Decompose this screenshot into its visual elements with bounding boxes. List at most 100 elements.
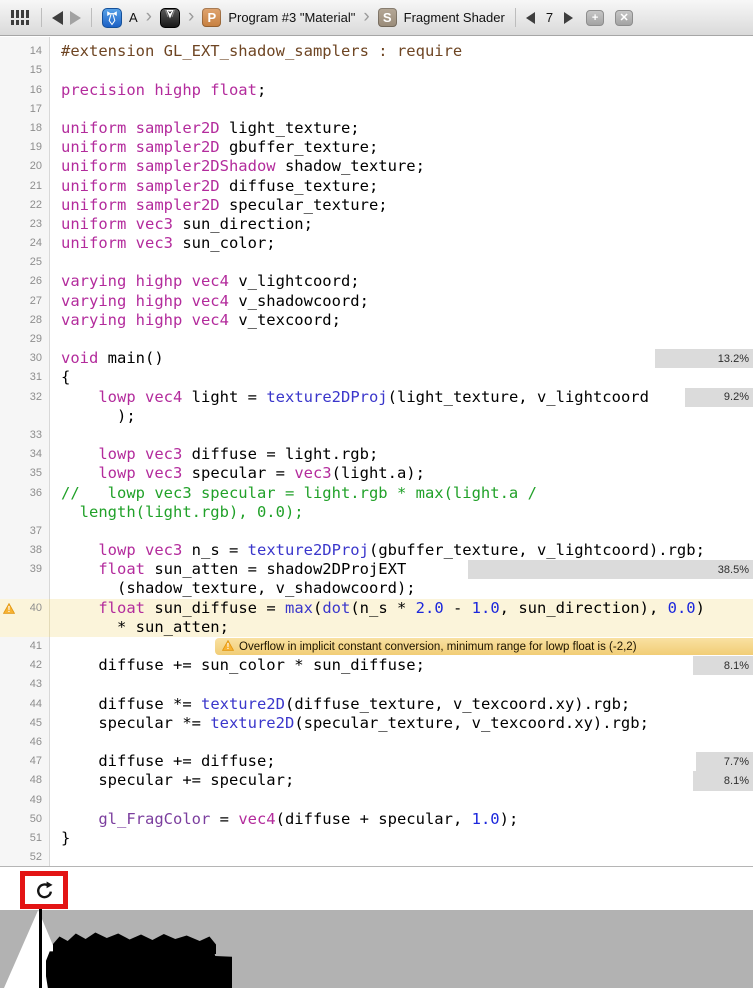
source-line[interactable]: (shadow_texture, v_shadowcoord);	[50, 579, 753, 598]
line-number-gutter[interactable]: 37	[0, 522, 50, 541]
line-number-gutter[interactable]: 24	[0, 234, 50, 253]
line-number-gutter[interactable]: 27	[0, 292, 50, 311]
source-line[interactable]	[50, 791, 753, 810]
frame-capture-tuxedo-icon[interactable]	[160, 8, 180, 28]
source-line[interactable]: #extension GL_EXT_shadow_samplers : requ…	[50, 42, 753, 61]
line-number-gutter[interactable]: 16	[0, 81, 50, 100]
line-number-gutter[interactable]: 29	[0, 330, 50, 349]
source-line[interactable]: varying highp vec4 v_texcoord;	[50, 311, 753, 330]
line-number-gutter[interactable]	[0, 407, 50, 426]
line-number-gutter[interactable]	[0, 618, 50, 637]
source-line[interactable]: specular *= texture2D(specular_texture, …	[50, 714, 753, 733]
source-line[interactable]: float sun_diffuse = max(dot(n_s * 2.0 - …	[50, 599, 753, 618]
source-line[interactable]	[50, 426, 753, 445]
source-line[interactable]: lowp vec3 specular = vec3(light.a);	[50, 464, 753, 483]
source-line[interactable]: uniform sampler2DShadow shadow_texture;	[50, 157, 753, 176]
warning-icon[interactable]: !	[3, 603, 15, 617]
line-number-gutter[interactable]: 41	[0, 637, 50, 656]
line-number-gutter[interactable]: 42	[0, 656, 50, 675]
line-number-gutter[interactable]: 46	[0, 733, 50, 752]
line-number-gutter[interactable]: 50	[0, 810, 50, 829]
capture-frame-icon[interactable]	[102, 8, 122, 28]
line-number-gutter[interactable]: 19	[0, 138, 50, 157]
source-line[interactable]	[50, 522, 753, 541]
shader-source-editor[interactable]: 1314#extension GL_EXT_shadow_samplers : …	[0, 37, 753, 866]
line-number-gutter[interactable]: 33	[0, 426, 50, 445]
line-number-gutter[interactable]: 28	[0, 311, 50, 330]
line-number-gutter[interactable]: 22	[0, 196, 50, 215]
line-number-gutter[interactable]: 48	[0, 771, 50, 790]
line-number-gutter[interactable]: 23	[0, 215, 50, 234]
line-number-gutter[interactable]: 39	[0, 560, 50, 579]
source-line[interactable]: length(light.rgb), 0.0);	[50, 503, 753, 522]
line-number-gutter[interactable]: 17	[0, 100, 50, 119]
source-line[interactable]	[50, 330, 753, 349]
source-line[interactable]: precision highp float;	[50, 81, 753, 100]
source-line[interactable]: diffuse += sun_color * sun_diffuse;	[50, 656, 753, 675]
line-number-gutter[interactable]: 35	[0, 464, 50, 483]
source-line[interactable]: diffuse *= texture2D(diffuse_texture, v_…	[50, 695, 753, 714]
source-line[interactable]	[50, 848, 753, 866]
line-number-gutter[interactable]: 52	[0, 848, 50, 866]
line-number-gutter[interactable]	[0, 503, 50, 522]
source-line[interactable]: varying highp vec4 v_shadowcoord;	[50, 292, 753, 311]
history-back-button[interactable]	[52, 11, 63, 25]
source-line[interactable]: gl_FragColor = vec4(diffuse + specular, …	[50, 810, 753, 829]
line-number-gutter[interactable]: !40	[0, 599, 50, 618]
source-line[interactable]: // lowp vec3 specular = light.rgb * max(…	[50, 484, 753, 503]
source-line[interactable]	[50, 61, 753, 80]
line-number-gutter[interactable]	[0, 579, 50, 598]
line-number-gutter[interactable]: 32	[0, 388, 50, 407]
source-line[interactable]	[50, 733, 753, 752]
source-line[interactable]: lowp vec4 light = texture2DProj(light_te…	[50, 388, 753, 407]
breadcrumb-app[interactable]: A	[129, 10, 138, 25]
related-items-icon[interactable]	[10, 8, 31, 27]
source-line[interactable]: varying highp vec4 v_lightcoord;	[50, 272, 753, 291]
source-line[interactable]: diffuse += diffuse;	[50, 752, 753, 771]
line-number-gutter[interactable]: 31	[0, 368, 50, 387]
pager-next-button[interactable]	[564, 12, 573, 24]
source-line[interactable]: lowp vec3 diffuse = light.rgb;	[50, 445, 753, 464]
source-line[interactable]: uniform vec3 sun_direction;	[50, 215, 753, 234]
line-number-gutter[interactable]: 49	[0, 791, 50, 810]
source-line[interactable]: uniform vec3 sun_color;	[50, 234, 753, 253]
close-view-button[interactable]: ✕	[615, 10, 633, 26]
line-number-gutter[interactable]: 21	[0, 177, 50, 196]
source-line[interactable]: lowp vec3 n_s = texture2DProj(gbuffer_te…	[50, 541, 753, 560]
source-line[interactable]: specular += specular;	[50, 771, 753, 790]
line-number-gutter[interactable]: 36	[0, 484, 50, 503]
source-line[interactable]: * sun_atten;	[50, 618, 753, 637]
source-line[interactable]: }	[50, 829, 753, 848]
source-line[interactable]: {	[50, 368, 753, 387]
refresh-shader-button[interactable]	[33, 879, 56, 902]
line-number-gutter[interactable]: 25	[0, 253, 50, 272]
source-line[interactable]: uniform sampler2D diffuse_texture;	[50, 177, 753, 196]
line-number-gutter[interactable]: 26	[0, 272, 50, 291]
line-number-gutter[interactable]: 18	[0, 119, 50, 138]
pager-previous-button[interactable]	[526, 12, 535, 24]
source-line[interactable]	[50, 253, 753, 272]
line-number-gutter[interactable]: 20	[0, 157, 50, 176]
source-line[interactable]	[50, 675, 753, 694]
add-view-button[interactable]: +	[586, 10, 604, 26]
line-number-gutter[interactable]: 30	[0, 349, 50, 368]
source-line[interactable]: uniform sampler2D light_texture;	[50, 119, 753, 138]
breadcrumb-program[interactable]: Program #3 "Material"	[228, 10, 355, 25]
line-number-gutter[interactable]: 47	[0, 752, 50, 771]
line-number-gutter[interactable]: 14	[0, 42, 50, 61]
warning-banner[interactable]: !Overflow in implicit constant conversio…	[215, 638, 753, 655]
source-line[interactable]: uniform sampler2D specular_texture;	[50, 196, 753, 215]
source-line[interactable]: void main()	[50, 349, 753, 368]
line-number-gutter[interactable]: 38	[0, 541, 50, 560]
breadcrumb-shader[interactable]: Fragment Shader	[404, 10, 505, 25]
source-line[interactable]	[50, 100, 753, 119]
line-number-gutter[interactable]: 44	[0, 695, 50, 714]
line-number-gutter[interactable]: 15	[0, 61, 50, 80]
line-number-gutter[interactable]: 34	[0, 445, 50, 464]
source-line[interactable]: uniform sampler2D gbuffer_texture;	[50, 138, 753, 157]
source-line[interactable]: );	[50, 407, 753, 426]
history-forward-button[interactable]	[70, 11, 81, 25]
line-number-gutter[interactable]: 43	[0, 675, 50, 694]
line-number-gutter[interactable]: 45	[0, 714, 50, 733]
line-number-gutter[interactable]: 51	[0, 829, 50, 848]
